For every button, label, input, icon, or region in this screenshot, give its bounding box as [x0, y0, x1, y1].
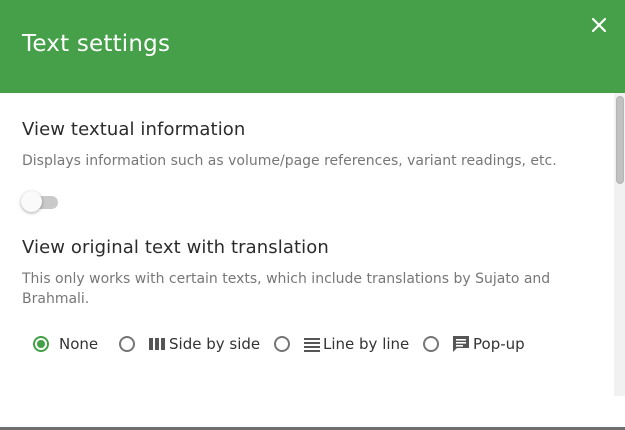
dialog-header: Text settings	[0, 0, 625, 93]
radio-button-none[interactable]	[33, 336, 49, 352]
radio-label-none: None	[59, 335, 99, 353]
radio-label-pop-up: Pop-up	[473, 335, 525, 353]
comment-icon	[453, 336, 469, 352]
toggle-knob	[21, 191, 42, 212]
dialog-title: Text settings	[22, 31, 171, 57]
radio-option-none[interactable]: None	[32, 333, 102, 355]
original-text-heading: View original text with translation	[22, 237, 329, 258]
textual-info-heading: View textual information	[22, 119, 246, 140]
scrollbar-thumb[interactable]	[616, 96, 624, 184]
dialog-footer	[0, 396, 625, 430]
close-icon	[591, 17, 607, 33]
vertical-scrollbar[interactable]	[614, 93, 625, 396]
radio-button-side-by-side[interactable]	[119, 336, 135, 352]
radio-option-pop-up[interactable]: Pop-up	[422, 333, 532, 355]
settings-body[interactable]: View textual information Displays inform…	[0, 93, 614, 396]
radio-button-pop-up[interactable]	[423, 336, 439, 352]
radio-option-line-by-line[interactable]: Line by line	[273, 333, 410, 355]
close-button[interactable]	[588, 14, 610, 36]
display-mode-radio-group: None Side by side Line by line Pop-up	[0, 333, 614, 355]
original-text-description: This only works with certain texts, whic…	[22, 271, 551, 307]
radio-label-line-by-line: Line by line	[323, 335, 410, 353]
textual-info-toggle[interactable]	[20, 190, 60, 212]
textual-info-description: Displays information such as volume/page…	[22, 153, 557, 169]
radio-label-side-by-side: Side by side	[169, 335, 261, 353]
radio-button-line-by-line[interactable]	[274, 336, 290, 352]
radio-option-side-by-side[interactable]: Side by side	[118, 333, 260, 355]
columns-icon	[149, 338, 165, 350]
lines-icon	[304, 338, 320, 352]
